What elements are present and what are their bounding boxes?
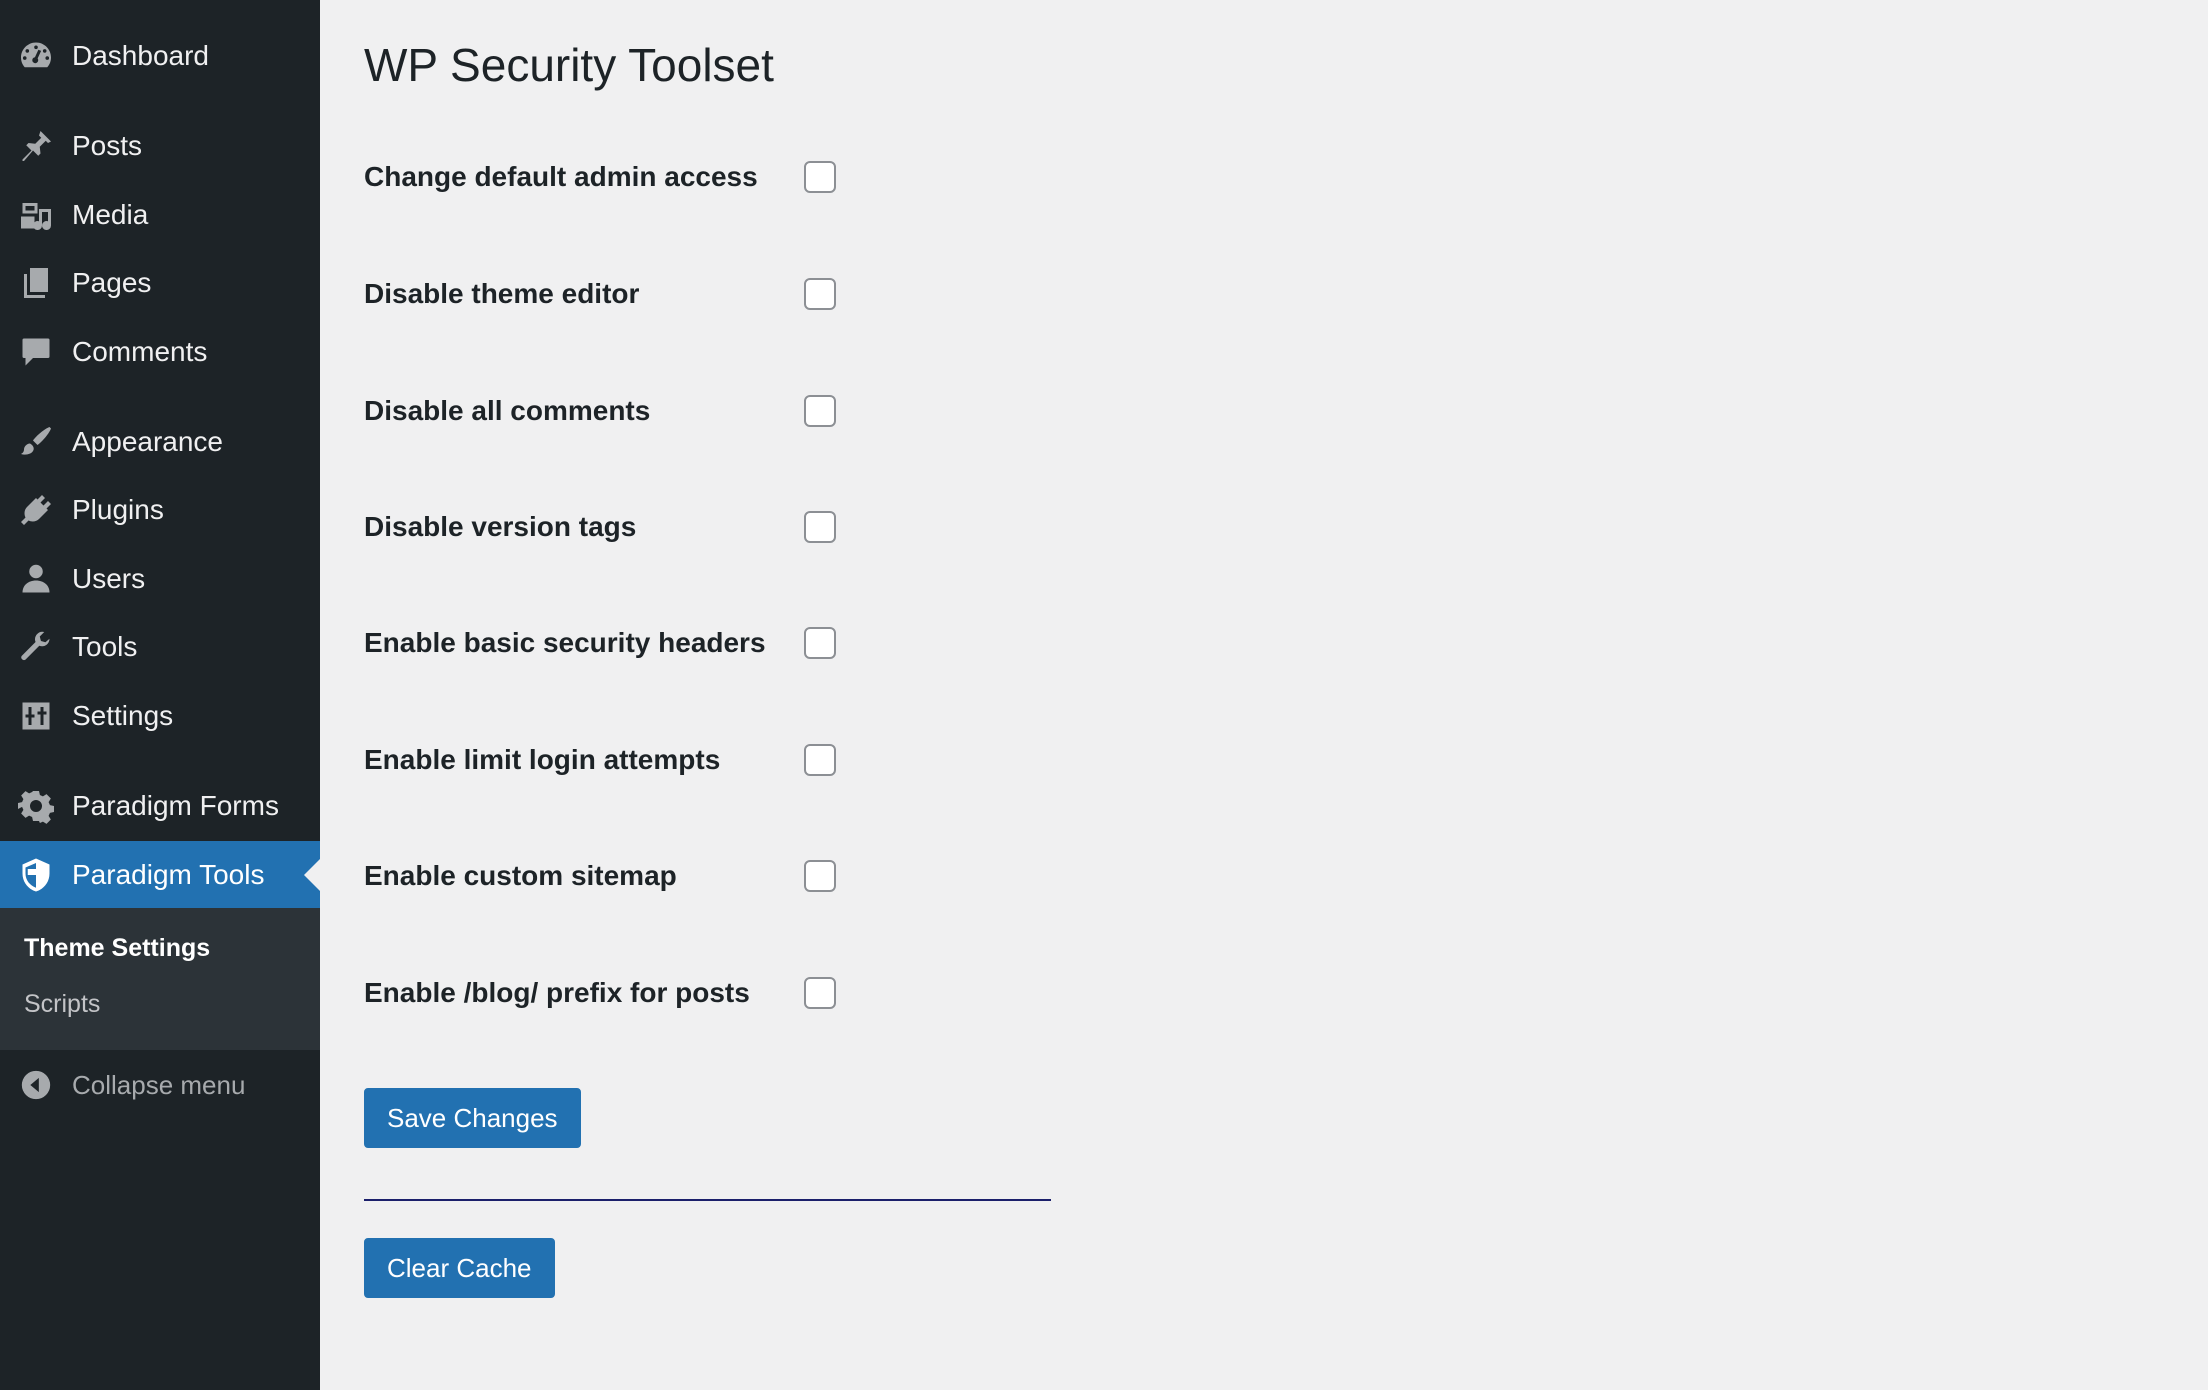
sidebar-item-users[interactable]: Users	[0, 546, 320, 612]
option-row-security-headers: Enable basic security headers	[364, 618, 844, 668]
option-row-limit-login: Enable limit login attempts	[364, 735, 844, 785]
sidebar-item-label: Paradigm Tools	[72, 859, 265, 890]
disable-version-tags-checkbox[interactable]	[804, 511, 836, 543]
sidebar-item-media[interactable]: Media	[0, 182, 320, 248]
sidebar-item-paradigm-tools[interactable]: Paradigm Tools	[0, 841, 320, 909]
sidebar-item-label: Comments	[72, 336, 208, 367]
sidebar-item-pages[interactable]: Pages	[0, 250, 320, 316]
option-row-disable-version-tags: Disable version tags	[364, 502, 844, 552]
option-row-disable-comments: Disable all comments	[364, 386, 844, 436]
change-admin-access-checkbox[interactable]	[804, 161, 836, 193]
sidebar-item-label: Pages	[72, 267, 152, 298]
dashboard-icon	[0, 38, 72, 74]
sidebar-item-tools[interactable]: Tools	[0, 614, 320, 680]
option-label: Enable custom sitemap	[364, 860, 677, 891]
paintbrush-icon	[0, 424, 72, 460]
comment-icon	[0, 334, 72, 370]
sidebar-item-plugins[interactable]: Plugins	[0, 477, 320, 543]
page-title: WP Security Toolset	[364, 39, 774, 91]
sidebar-item-settings[interactable]: Settings	[0, 683, 320, 749]
pushpin-icon	[0, 128, 72, 164]
submenu-item-scripts[interactable]: Scripts	[24, 990, 100, 1019]
option-label: Enable /blog/ prefix for posts	[364, 977, 750, 1008]
disable-comments-checkbox[interactable]	[804, 395, 836, 427]
sidebar-submenu: Theme Settings Scripts	[0, 908, 320, 1050]
option-row-change-admin-access: Change default admin access	[364, 152, 844, 202]
sidebar-item-dashboard[interactable]: Dashboard	[0, 23, 320, 89]
option-label: Disable theme editor	[364, 278, 640, 309]
gear-icon	[0, 788, 72, 824]
sidebar-item-label: Users	[72, 563, 146, 594]
divider	[364, 1199, 1051, 1201]
sidebar-item-label: Paradigm Forms	[72, 790, 279, 821]
main-content: WP Security Toolset Change default admin…	[364, 0, 2208, 1390]
sidebar-item-label: Tools	[72, 631, 138, 662]
sidebar-item-label: Dashboard	[72, 40, 209, 71]
disable-theme-editor-checkbox[interactable]	[804, 278, 836, 310]
option-row-blog-prefix: Enable /blog/ prefix for posts	[364, 968, 844, 1018]
clear-cache-button[interactable]: Clear Cache	[364, 1238, 555, 1298]
option-label: Enable limit login attempts	[364, 744, 721, 775]
security-headers-checkbox[interactable]	[804, 627, 836, 659]
user-icon	[0, 561, 72, 597]
option-row-custom-sitemap: Enable custom sitemap	[364, 851, 844, 901]
submenu-item-theme-settings[interactable]: Theme Settings	[24, 934, 210, 963]
blog-prefix-checkbox[interactable]	[804, 977, 836, 1009]
shield-icon	[0, 857, 72, 893]
sidebar-item-comments[interactable]: Comments	[0, 319, 320, 385]
media-icon	[0, 197, 72, 233]
plug-icon	[0, 492, 72, 528]
settings-sliders-icon	[0, 698, 72, 734]
pages-icon	[0, 265, 72, 301]
option-label: Disable version tags	[364, 511, 637, 542]
sidebar-item-appearance[interactable]: Appearance	[0, 409, 320, 475]
wrench-icon	[0, 629, 72, 665]
sidebar-item-posts[interactable]: Posts	[0, 113, 320, 179]
option-label: Disable all comments	[364, 395, 651, 426]
save-changes-button[interactable]: Save Changes	[364, 1088, 581, 1148]
sidebar-item-paradigm-forms[interactable]: Paradigm Forms	[0, 773, 320, 839]
collapse-menu-button[interactable]: Collapse menu	[0, 1052, 320, 1118]
option-row-disable-theme-editor: Disable theme editor	[364, 269, 844, 319]
custom-sitemap-checkbox[interactable]	[804, 860, 836, 892]
limit-login-checkbox[interactable]	[804, 744, 836, 776]
admin-sidebar: Dashboard Posts Media Pages Comments App…	[0, 0, 320, 1390]
option-label: Change default admin access	[364, 161, 758, 192]
option-label: Enable basic security headers	[364, 627, 766, 658]
collapse-arrow-icon	[0, 1068, 72, 1102]
sidebar-item-label: Appearance	[72, 426, 224, 457]
sidebar-item-label: Settings	[72, 700, 174, 731]
sidebar-item-label: Plugins	[72, 494, 164, 525]
collapse-menu-label: Collapse menu	[72, 1069, 246, 1100]
sidebar-item-label: Posts	[72, 130, 143, 161]
sidebar-item-label: Media	[72, 199, 149, 230]
